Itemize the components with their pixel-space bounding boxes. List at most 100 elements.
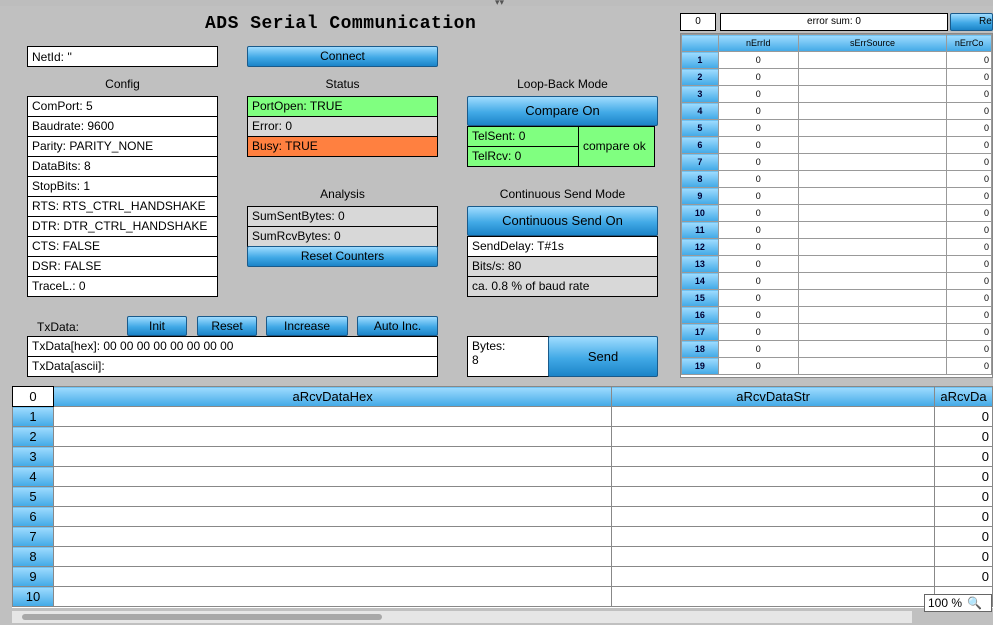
- col-arcvdata: aRcvDa: [933, 386, 993, 407]
- col-arcvdatastr: aRcvDataStr: [611, 386, 935, 407]
- receive-row-str: [611, 546, 935, 567]
- reset-errors-button[interactable]: Re: [950, 13, 993, 31]
- receive-table-row: 40: [12, 466, 993, 487]
- receive-row-hex: [52, 426, 613, 447]
- receive-row-number: 1: [12, 406, 54, 427]
- error-row-source: [797, 323, 948, 341]
- col-nerrid: nErrId: [717, 34, 799, 52]
- error-sum: error sum: 0: [720, 13, 948, 31]
- error-index-field[interactable]: 0: [680, 13, 716, 31]
- txdata-label: TxData:: [37, 320, 80, 334]
- config-row: DSR: FALSE: [27, 256, 218, 277]
- error-row-count: 0: [946, 136, 992, 154]
- error-table-row: 100: [681, 51, 992, 69]
- receive-row-value: 0: [933, 506, 993, 527]
- error-row-id: 0: [717, 272, 799, 290]
- receive-row-number: 6: [12, 506, 54, 527]
- receive-row-number: 4: [12, 466, 54, 487]
- error-row-count: 0: [946, 85, 992, 103]
- loopback-header: Loop-Back Mode: [517, 77, 608, 91]
- error-row-source: [797, 289, 948, 307]
- receive-index-field[interactable]: 0: [12, 386, 54, 407]
- reset-counters-button[interactable]: Reset Counters: [247, 246, 438, 267]
- txdata-ascii-field[interactable]: TxData[ascii]:: [27, 356, 438, 377]
- error-row-id: 0: [717, 357, 799, 375]
- config-header: Config: [105, 77, 140, 91]
- error-row-id: 0: [717, 340, 799, 358]
- receive-row-str: [611, 426, 935, 447]
- col-nerrco: nErrCo: [946, 34, 992, 52]
- continuous-send-button[interactable]: Continuous Send On: [467, 206, 658, 236]
- error-row-number: 11: [681, 221, 719, 239]
- netid-field[interactable]: NetId: '': [27, 46, 218, 67]
- error-row-number: 2: [681, 68, 719, 86]
- receive-row-value: 0: [933, 566, 993, 587]
- receive-row-value: 0: [933, 406, 993, 427]
- magnifier-icon[interactable]: 🔍: [967, 596, 982, 610]
- error-row-count: 0: [946, 272, 992, 290]
- config-row: DTR: DTR_CTRL_HANDSHAKE: [27, 216, 218, 237]
- error-row-source: [797, 357, 948, 375]
- error-row-id: 0: [717, 289, 799, 307]
- sum-rcv-bytes: SumRcvBytes: 0: [247, 226, 438, 247]
- config-row: RTS: RTS_CTRL_HANDSHAKE: [27, 196, 218, 217]
- receive-row-hex: [52, 466, 613, 487]
- error-row-number: 18: [681, 340, 719, 358]
- error-row-source: [797, 153, 948, 171]
- receive-row-number: 10: [12, 586, 54, 607]
- error-table-row: 13 0 0: [681, 255, 992, 273]
- error-row-number: 17: [681, 323, 719, 341]
- receive-row-hex: [52, 526, 613, 547]
- init-button[interactable]: Init: [127, 316, 187, 336]
- compare-on-button[interactable]: Compare On: [467, 96, 658, 126]
- reset-txdata-button[interactable]: Reset: [197, 316, 257, 336]
- receive-row-value: 0: [933, 546, 993, 567]
- connect-button[interactable]: Connect: [247, 46, 438, 67]
- error-row-source: [797, 255, 948, 273]
- error-row-count: 0: [946, 187, 992, 205]
- continuous-header: Continuous Send Mode: [499, 187, 626, 201]
- bytes-value: 8: [472, 353, 479, 367]
- zoom-control[interactable]: 100 % 🔍: [924, 594, 992, 612]
- error-row-source: [797, 136, 948, 154]
- error-row-count: 0: [946, 340, 992, 358]
- error-row-source: [797, 85, 948, 103]
- send-button[interactable]: Send: [548, 336, 658, 377]
- receive-table-row: 60: [12, 506, 993, 527]
- error-row-count: 0: [946, 102, 992, 120]
- error-row-source: [797, 340, 948, 358]
- receive-row-hex: [52, 406, 613, 427]
- error-row-number: 14: [681, 272, 719, 290]
- receive-row-hex: [52, 546, 613, 567]
- error-table-row: 17 0 0: [681, 323, 992, 341]
- horizontal-scrollbar[interactable]: [12, 611, 912, 623]
- bytes-label: Bytes:: [472, 339, 506, 353]
- receive-row-number: 8: [12, 546, 54, 567]
- config-row: DataBits: 8: [27, 156, 218, 177]
- receive-row-hex: [52, 446, 613, 467]
- bytes-field[interactable]: Bytes: 8: [467, 336, 549, 377]
- error-row-number: 6: [681, 136, 719, 154]
- error-row-id: 0: [717, 204, 799, 222]
- send-delay: SendDelay: T#1s: [467, 236, 658, 257]
- error-row-number: 5: [681, 119, 719, 137]
- error-row-number: 13: [681, 255, 719, 273]
- txdata-hex-field[interactable]: TxData[hex]: 00 00 00 00 00 00 00 00: [27, 336, 438, 357]
- receive-row-number: 2: [12, 426, 54, 447]
- error-row-id: 0: [717, 153, 799, 171]
- receive-table: 0 aRcvDataHex aRcvDataStr aRcvDa 1020304…: [12, 386, 993, 608]
- error-row-number: 1: [681, 51, 719, 69]
- receive-row-number: 5: [12, 486, 54, 507]
- error-row-count: 0: [946, 221, 992, 239]
- error-row-id: 0: [717, 306, 799, 324]
- scrollbar-thumb[interactable]: [22, 614, 382, 620]
- increase-button[interactable]: Increase: [266, 316, 348, 336]
- error-row-source: [797, 204, 948, 222]
- error-row-source: [797, 170, 948, 188]
- scroll-arrows-icon[interactable]: ▾▾: [495, 0, 504, 8]
- receive-row-str: [611, 566, 935, 587]
- auto-inc-button[interactable]: Auto Inc.: [357, 316, 438, 336]
- receive-row-hex: [52, 566, 613, 587]
- error-row-number: 16: [681, 306, 719, 324]
- error-row-id: 0: [717, 170, 799, 188]
